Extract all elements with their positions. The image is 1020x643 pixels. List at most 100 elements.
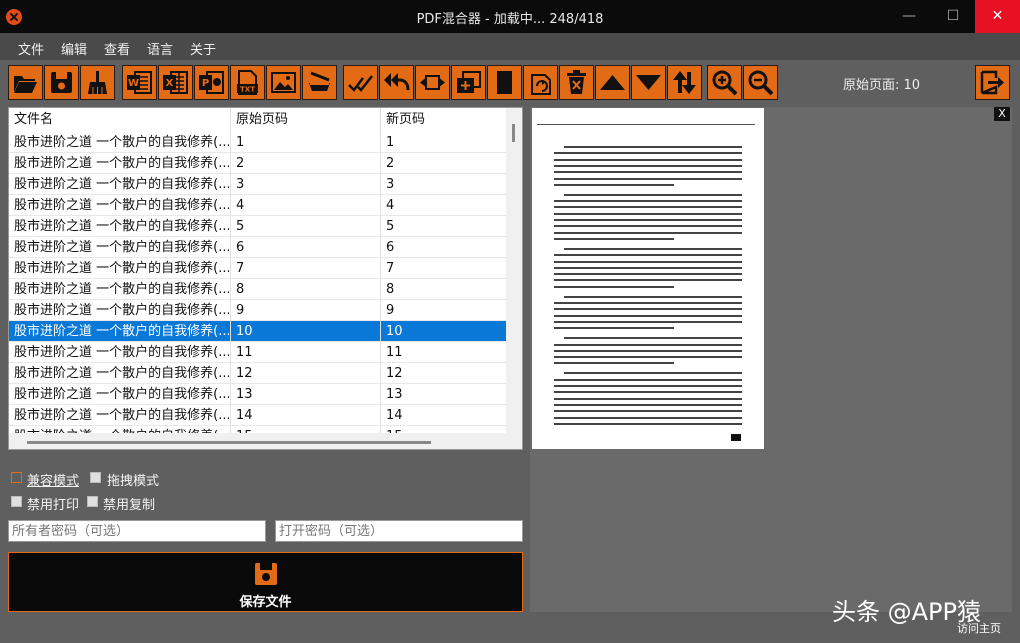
fit-icon xyxy=(420,75,445,90)
table-row[interactable]: 股市进阶之道 一个散户的自我修养(... 10 10 xyxy=(9,321,506,342)
exit-button[interactable] xyxy=(975,65,1010,100)
svg-text:W: W xyxy=(128,78,139,89)
preview-text-line xyxy=(564,247,742,250)
clear-button[interactable] xyxy=(80,65,115,100)
table-row[interactable]: 股市进阶之道 一个散户的自我修养(... 12 12 xyxy=(9,363,506,384)
cell-new-page: 6 xyxy=(380,237,506,258)
preview-text-line xyxy=(554,378,742,381)
excel-convert-button[interactable]: X xyxy=(158,65,193,100)
save-file-icon xyxy=(255,563,277,585)
page-preview xyxy=(532,108,764,449)
save-file-button[interactable]: 保存文件 xyxy=(8,552,523,612)
menu-view[interactable]: 查看 xyxy=(104,39,130,58)
horizontal-scrollbar[interactable] xyxy=(9,433,506,449)
page-header-rule xyxy=(537,124,755,125)
preview-text-line xyxy=(554,183,674,186)
table-row[interactable]: 股市进阶之道 一个散户的自我修养(... 3 3 xyxy=(9,174,506,195)
cell-new-page: 5 xyxy=(380,216,506,237)
ppt-convert-button[interactable]: P xyxy=(194,65,229,100)
undo-button[interactable] xyxy=(379,65,414,100)
select-all-button[interactable] xyxy=(343,65,378,100)
table-row[interactable]: 股市进阶之道 一个散户的自我修养(... 14 14 xyxy=(9,405,506,426)
menu-language[interactable]: 语言 xyxy=(147,39,173,58)
column-header-new-page[interactable]: 新页码 xyxy=(380,108,506,132)
vertical-scroll-thumb[interactable] xyxy=(512,124,515,142)
table-row[interactable]: 股市进阶之道 一个散户的自我修养(... 13 13 xyxy=(9,384,506,405)
preview-text-line xyxy=(554,349,742,352)
preview-text-line xyxy=(554,391,742,394)
vertical-scrollbar[interactable] xyxy=(506,108,522,449)
owner-password-input[interactable] xyxy=(8,520,266,542)
minimize-button[interactable]: — xyxy=(887,0,931,33)
cell-original-page: 9 xyxy=(230,300,380,321)
word-convert-button[interactable]: W xyxy=(122,65,157,100)
compat-mode-label[interactable]: 兼容模式 xyxy=(27,470,79,489)
cell-new-page: 11 xyxy=(380,342,506,363)
broom-icon xyxy=(88,71,107,94)
zoom-in-button[interactable] xyxy=(707,65,742,100)
delete-button[interactable] xyxy=(559,65,594,100)
zoom-out-button[interactable] xyxy=(743,65,778,100)
menu-file[interactable]: 文件 xyxy=(18,39,44,58)
preview-text-line xyxy=(554,397,742,400)
cell-original-page: 8 xyxy=(230,279,380,300)
table-row[interactable]: 股市进阶之道 一个散户的自我修养(... 4 4 xyxy=(9,195,506,216)
drag-mode-checkbox[interactable] xyxy=(90,472,101,483)
table-row[interactable]: 股市进阶之道 一个散户的自我修养(... 7 7 xyxy=(9,258,506,279)
cell-new-page: 8 xyxy=(380,279,506,300)
image-convert-button[interactable] xyxy=(266,65,301,100)
table-row[interactable]: 股市进阶之道 一个散户的自我修养(... 8 8 xyxy=(9,279,506,300)
table-row[interactable]: 股市进阶之道 一个散户的自我修养(... 1 1 xyxy=(9,132,506,153)
drag-mode-label[interactable]: 拖拽模式 xyxy=(107,470,159,489)
sort-button[interactable] xyxy=(667,65,702,100)
cell-original-page: 11 xyxy=(230,342,380,363)
add-page-button[interactable] xyxy=(451,65,486,100)
exit-icon xyxy=(980,70,1004,95)
preview-text-line xyxy=(564,295,742,298)
page-table[interactable]: 文件名 原始页码 新页码 股市进阶之道 一个散户的自我修养(... 1 1 股市进阶之… xyxy=(8,107,523,450)
txt-convert-button[interactable]: TXT xyxy=(230,65,265,100)
disable-copy-checkbox[interactable] xyxy=(87,496,98,507)
word-icon: W xyxy=(127,71,152,94)
fit-button[interactable] xyxy=(415,65,450,100)
blank-page-button[interactable] xyxy=(487,65,522,100)
table-row[interactable]: 股市进阶之道 一个散户的自我修养(... 11 11 xyxy=(9,342,506,363)
delete-icon xyxy=(567,70,586,94)
cell-original-page: 10 xyxy=(230,321,380,342)
cell-original-page: 5 xyxy=(230,216,380,237)
cell-filename: 股市进阶之道 一个散户的自我修养(... xyxy=(14,261,229,276)
disable-print-checkbox[interactable] xyxy=(11,496,22,507)
preview-close-button[interactable]: X xyxy=(994,107,1010,121)
column-header-original-page[interactable]: 原始页码 xyxy=(230,108,380,132)
rotate-button[interactable] xyxy=(523,65,558,100)
menu-about[interactable]: 关于 xyxy=(190,39,216,58)
table-row[interactable]: 股市进阶之道 一个散户的自我修养(... 6 6 xyxy=(9,237,506,258)
table-row[interactable]: 股市进阶之道 一个散户的自我修养(... 5 5 xyxy=(9,216,506,237)
move-up-icon xyxy=(600,75,625,90)
scan-button[interactable] xyxy=(302,65,337,100)
disable-copy-label[interactable]: 禁用复制 xyxy=(103,494,155,513)
cell-new-page: 14 xyxy=(380,405,506,426)
preview-text-line xyxy=(564,337,742,340)
table-row[interactable]: 股市进阶之道 一个散户的自我修养(... 9 9 xyxy=(9,300,506,321)
column-header-filename[interactable]: 文件名 xyxy=(14,108,229,132)
close-window-button[interactable]: ✕ xyxy=(975,0,1020,33)
maximize-button[interactable]: ☐ xyxy=(931,0,975,33)
open-password-input[interactable] xyxy=(275,520,523,542)
horizontal-scroll-thumb[interactable] xyxy=(27,441,431,444)
open-folder-icon xyxy=(14,76,37,93)
cell-new-page: 1 xyxy=(380,132,506,153)
image-icon xyxy=(271,72,296,93)
open-button[interactable] xyxy=(8,65,43,100)
compat-mode-checkbox[interactable] xyxy=(11,472,22,483)
cell-new-page: 4 xyxy=(380,195,506,216)
move-down-button[interactable] xyxy=(631,65,666,100)
save-toolbar-button[interactable] xyxy=(44,65,79,100)
preview-text-line xyxy=(554,237,674,240)
disable-print-label[interactable]: 禁用打印 xyxy=(27,494,79,513)
menu-edit[interactable]: 编辑 xyxy=(61,39,87,58)
table-row[interactable]: 股市进阶之道 一个散户的自我修养(... 2 2 xyxy=(9,153,506,174)
preview-text-line xyxy=(554,279,742,282)
move-up-button[interactable] xyxy=(595,65,630,100)
preview-text-line xyxy=(554,231,742,234)
